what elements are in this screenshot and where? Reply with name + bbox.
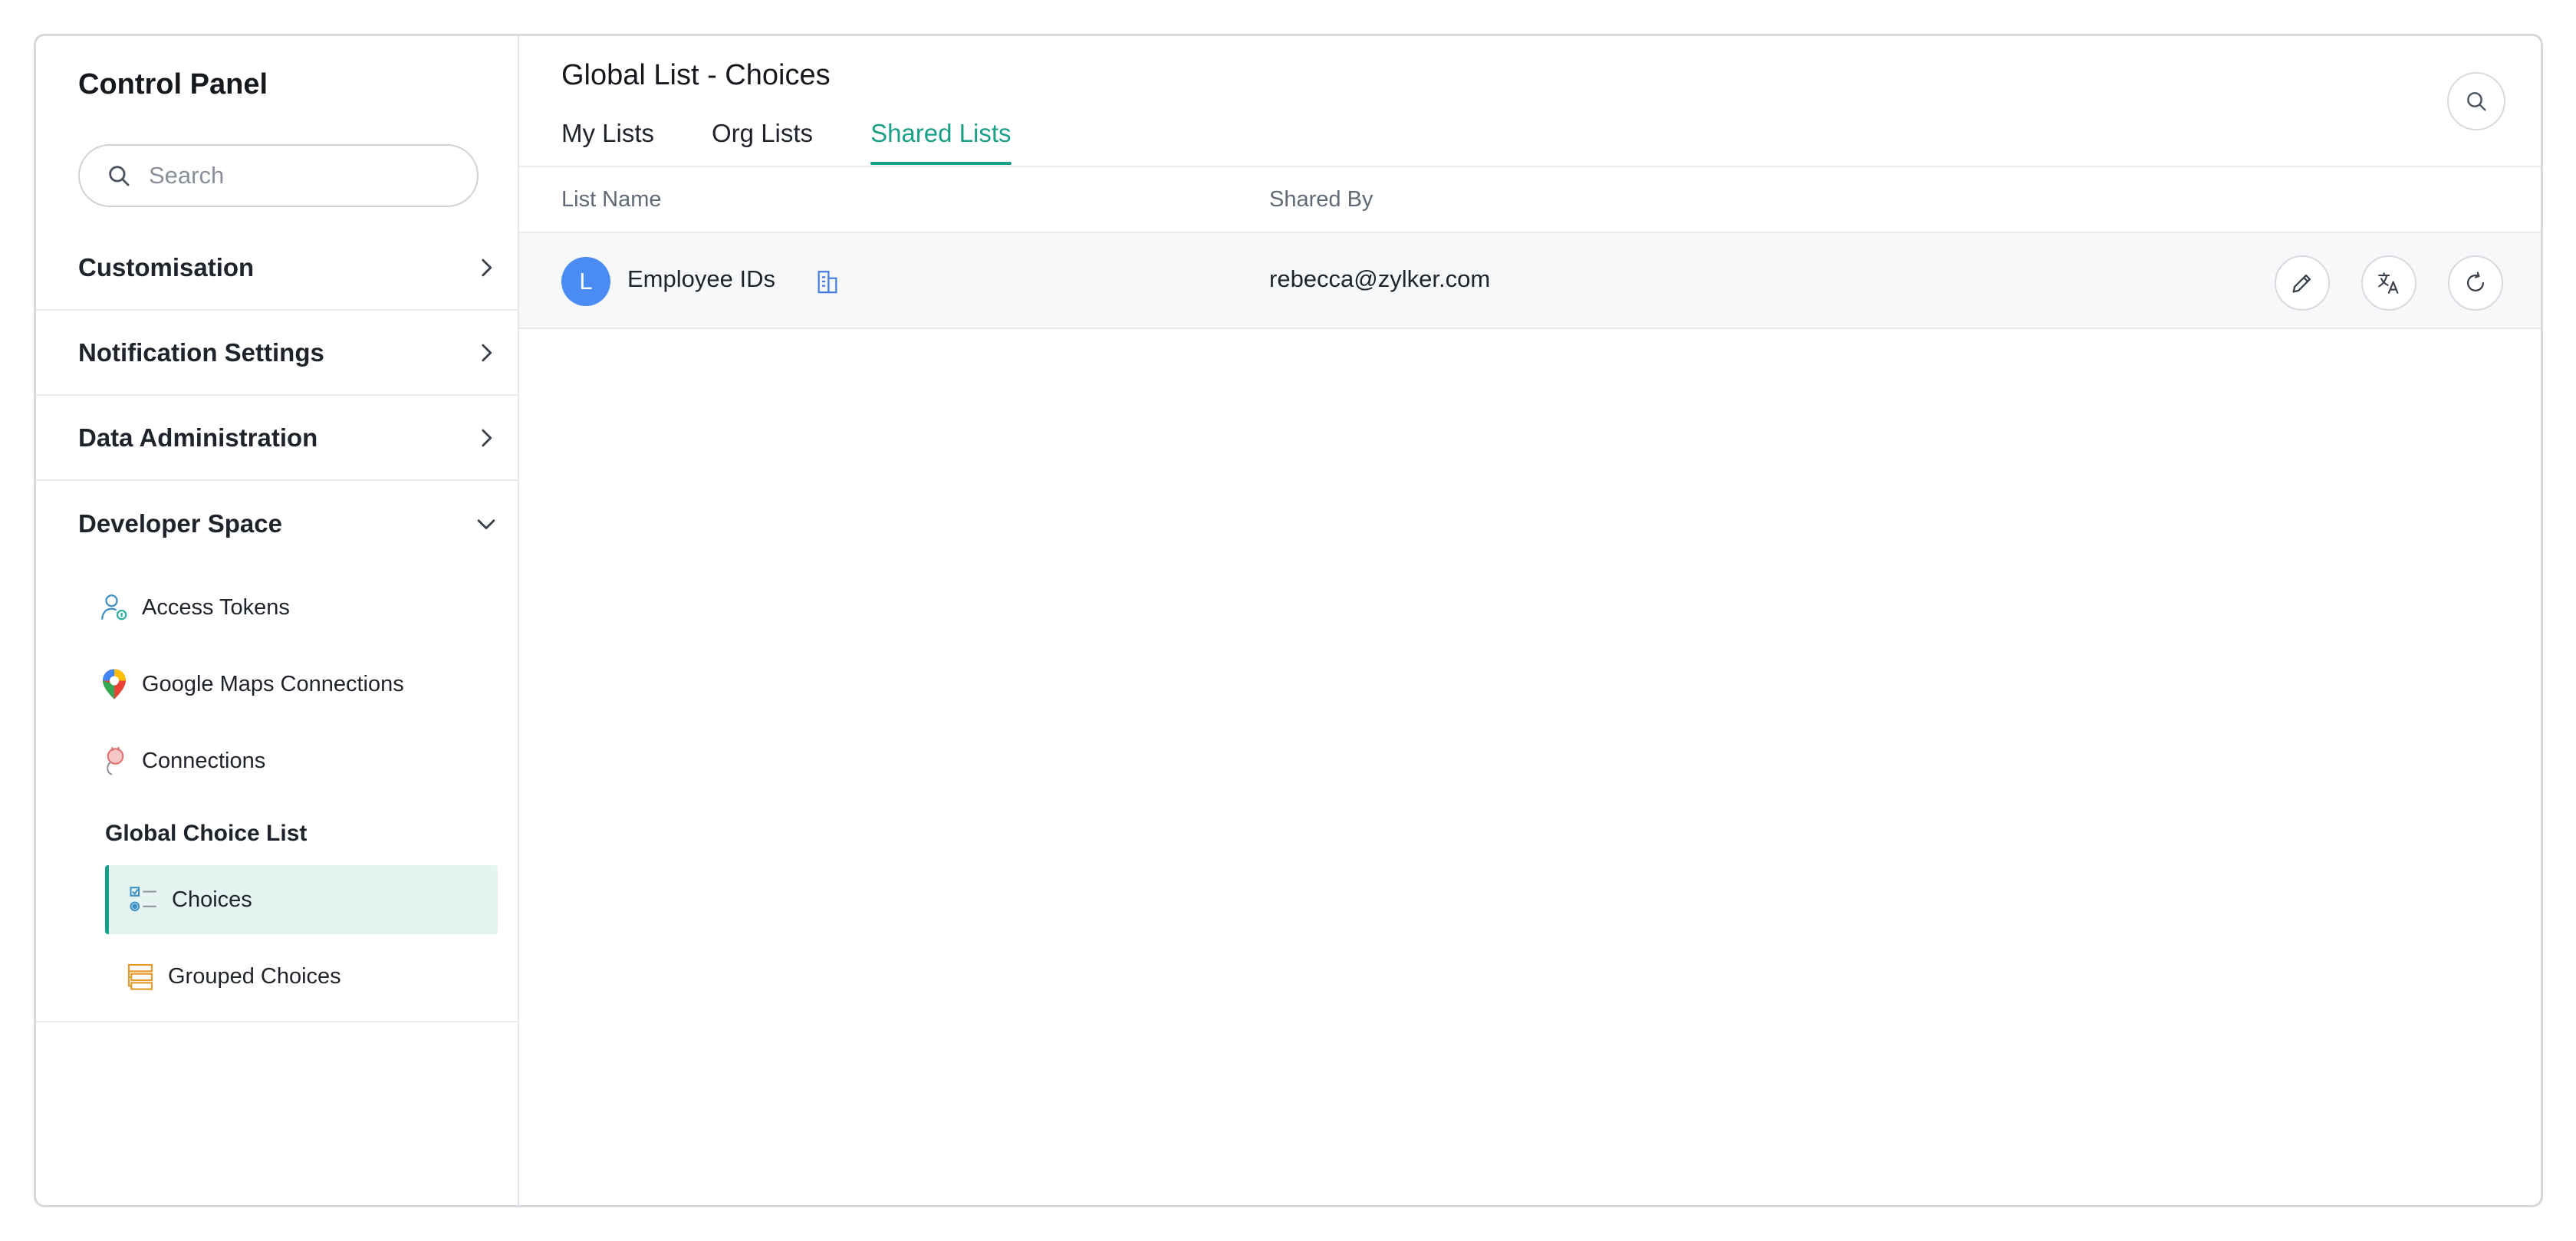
refresh-icon <box>2466 272 2485 291</box>
sidebar-section-notification-settings[interactable]: Notification Settings <box>36 311 519 396</box>
group-title-global-choice-list: Global Choice List <box>105 821 308 846</box>
plug-icon <box>96 742 133 779</box>
translate-button[interactable] <box>2361 255 2416 311</box>
tab-my-lists[interactable]: My Lists <box>561 119 654 165</box>
table-row[interactable]: L Employee IDs rebecca@zylker.com <box>519 233 2541 329</box>
search-button[interactable] <box>2447 72 2505 130</box>
sidebar-item-label: Choices <box>172 887 252 912</box>
sidebar-section-customisation[interactable]: Customisation <box>36 225 519 311</box>
shared-by-email: rebecca@zylker.com <box>1269 265 1491 292</box>
divider <box>36 1021 519 1022</box>
building-icon <box>818 271 837 294</box>
sidebar-item-label: Access Tokens <box>142 594 290 620</box>
chevron-right-icon <box>482 258 492 276</box>
sidebar-section-data-administration[interactable]: Data Administration <box>36 396 519 481</box>
sidebar-item-label: Connections <box>142 748 266 773</box>
map-pin-icon <box>96 666 133 703</box>
app-window: Control Panel Search Customisation Notif… <box>34 34 2543 1207</box>
sidebar-item-connections[interactable]: Connections <box>96 738 265 784</box>
section-label: Data Administration <box>78 423 318 452</box>
tab-bar: My Lists Org Lists Shared Lists <box>561 119 1069 165</box>
translate-icon <box>2378 272 2399 294</box>
main-content: Global List - Choices My Lists Org Lists… <box>519 36 2541 1205</box>
checklist-icon <box>127 883 161 917</box>
sidebar: Control Panel Search Customisation Notif… <box>36 36 519 1205</box>
column-header-shared-by[interactable]: Shared By <box>1269 187 1373 212</box>
page-title: Global List - Choices <box>561 59 831 91</box>
section-label: Developer Space <box>78 509 282 538</box>
search-icon <box>2467 92 2486 111</box>
refresh-button[interactable] <box>2448 255 2503 311</box>
section-label: Notification Settings <box>78 337 324 367</box>
divider <box>519 166 2541 167</box>
search-icon <box>109 166 130 186</box>
sidebar-item-google-maps-connections[interactable]: Google Maps Connections <box>96 661 404 707</box>
stack-icon <box>123 960 157 993</box>
edit-button[interactable] <box>2275 255 2330 311</box>
sidebar-title: Control Panel <box>78 68 268 100</box>
search-input[interactable]: Search <box>149 162 224 189</box>
sidebar-item-label: Google Maps Connections <box>142 671 404 696</box>
list-name[interactable]: Employee IDs <box>627 265 775 293</box>
user-key-icon <box>96 589 133 626</box>
sidebar-search[interactable]: Search <box>78 144 479 207</box>
edit-icon <box>2292 274 2311 293</box>
sidebar-item-access-tokens[interactable]: Access Tokens <box>96 584 290 630</box>
chevron-right-icon <box>482 344 492 361</box>
sidebar-item-label: Grouped Choices <box>168 963 341 989</box>
column-header-list-name[interactable]: List Name <box>561 187 662 212</box>
sidebar-item-choices[interactable]: Choices <box>105 865 498 934</box>
sidebar-item-grouped-choices[interactable]: Grouped Choices <box>105 942 498 1011</box>
chevron-down-icon <box>477 518 495 529</box>
sidebar-section-developer-space[interactable]: Developer Space <box>36 481 519 566</box>
avatar: L <box>561 257 610 306</box>
chevron-right-icon <box>482 429 492 446</box>
tab-shared-lists[interactable]: Shared Lists <box>870 119 1012 165</box>
section-label: Customisation <box>78 252 255 281</box>
tab-org-lists[interactable]: Org Lists <box>712 119 813 165</box>
